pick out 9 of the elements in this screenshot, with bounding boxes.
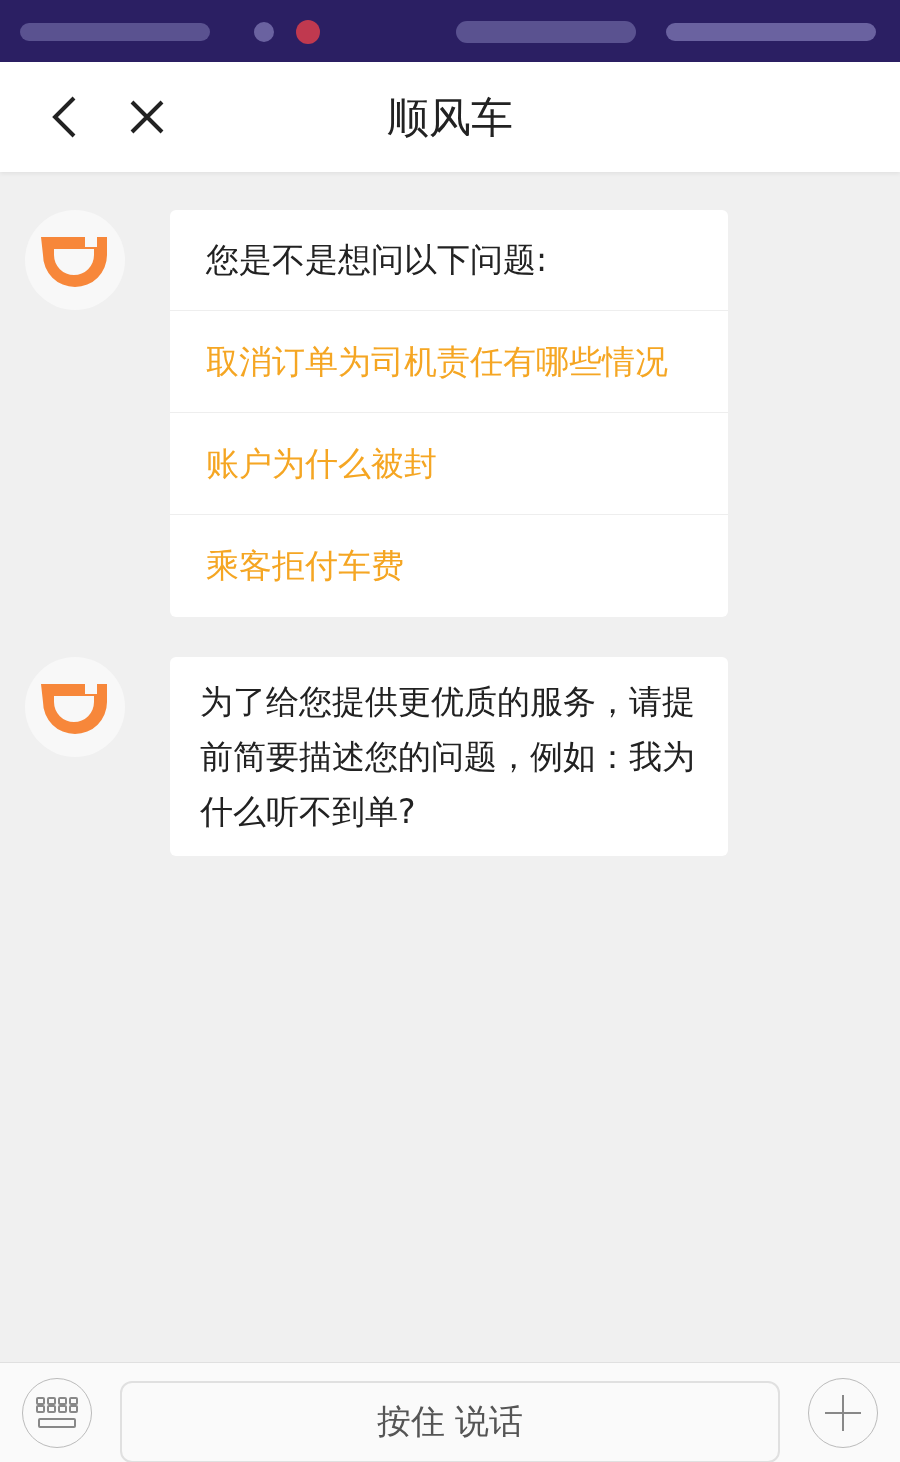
page-title: 顺风车 (387, 91, 513, 144)
suggested-question-link[interactable]: 乘客拒付车费 (206, 546, 404, 586)
close-icon[interactable] (130, 100, 164, 134)
question-prompt: 您是不是想问以下问题: (206, 239, 548, 282)
suggested-question-link[interactable]: 账户为什么被封 (206, 443, 437, 484)
message-text: 为了给您提供更优质的服务，请提前简要描述您的问题，例如：我为什么听不到单? (200, 681, 696, 833)
back-icon[interactable] (50, 95, 78, 139)
hold-to-talk-button[interactable]: 按住 说话 (120, 1380, 780, 1462)
suggested-question-link[interactable]: 取消订单为司机责任有哪些情况 (206, 341, 668, 382)
